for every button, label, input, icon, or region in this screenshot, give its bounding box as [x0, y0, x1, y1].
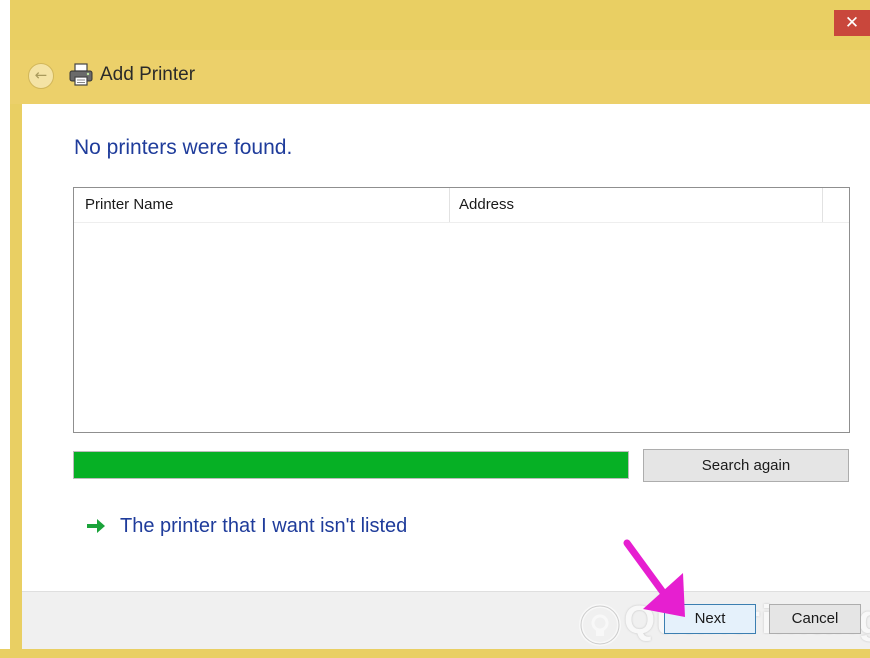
progress-fill [74, 452, 628, 478]
green-right-arrow-icon [87, 519, 105, 533]
column-header-printer-name[interactable]: Printer Name [74, 188, 450, 222]
window-title: Add Printer [100, 64, 196, 85]
column-header-address[interactable]: Address [450, 188, 823, 222]
close-icon: ✕ [844, 13, 860, 33]
magenta-pointer-arrow-icon [623, 539, 685, 617]
window-bottom-frame [0, 649, 870, 658]
search-progress-bar [73, 451, 629, 479]
back-arrow-icon: ← [34, 66, 48, 84]
cancel-button[interactable]: Cancel [769, 604, 861, 634]
printer-not-listed-link[interactable]: The printer that I want isn't listed [120, 512, 407, 540]
column-header-filler [823, 188, 849, 222]
printer-list[interactable]: Printer Name Address [73, 187, 850, 433]
back-button[interactable]: ← [28, 63, 54, 89]
close-button[interactable]: ✕ [834, 10, 870, 36]
search-again-button[interactable]: Search again [643, 449, 849, 482]
page-heading: No printers were found. [74, 136, 293, 159]
window-left-edge [0, 0, 10, 658]
printer-icon [69, 63, 93, 86]
header-divider [74, 222, 849, 223]
